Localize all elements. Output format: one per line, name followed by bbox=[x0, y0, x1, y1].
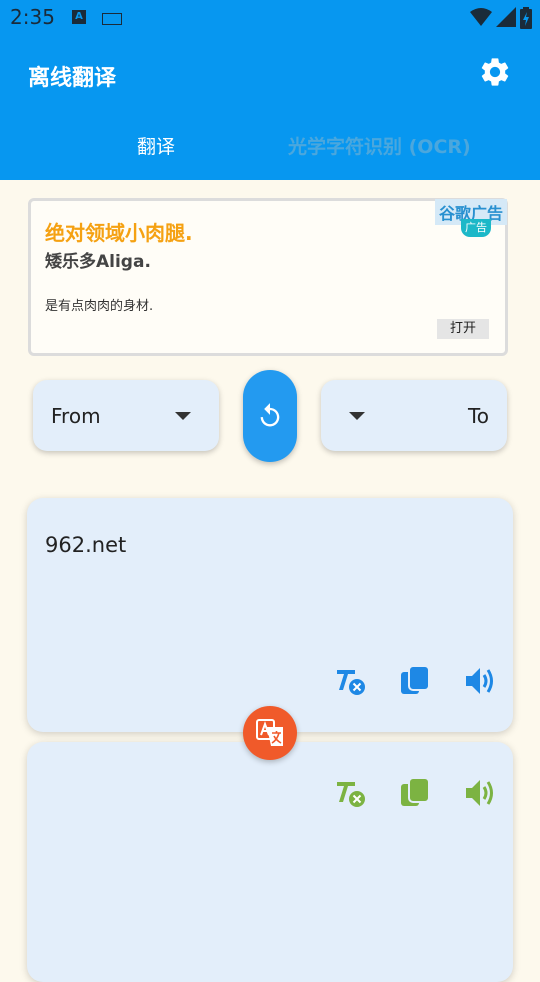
ad-description: 是有点肉肉的身材. bbox=[45, 299, 154, 314]
ad-badge: 广告 bbox=[461, 219, 491, 237]
tab-translate[interactable]: 翻译 bbox=[137, 132, 175, 159]
speaker-icon[interactable] bbox=[463, 664, 497, 698]
translate-button[interactable] bbox=[243, 706, 297, 760]
tab-ocr[interactable]: 光学字符识别 (OCR) bbox=[288, 132, 471, 159]
source-language-label: From bbox=[51, 404, 101, 428]
swap-languages-button[interactable] bbox=[243, 370, 297, 462]
status-time: 2:35 bbox=[10, 5, 55, 29]
ad-title[interactable]: 绝对领域小肉腿. bbox=[45, 217, 193, 246]
app-title: 离线翻译 bbox=[28, 66, 117, 91]
signal-icon bbox=[496, 7, 516, 27]
keyboard-icon bbox=[102, 13, 122, 25]
copy-icon[interactable] bbox=[398, 664, 432, 698]
input-card: 962.net bbox=[27, 498, 513, 732]
status-icons bbox=[470, 7, 532, 29]
swap-refresh-icon bbox=[260, 403, 280, 427]
wifi-icon bbox=[470, 8, 492, 26]
source-language-dropdown[interactable]: From bbox=[33, 380, 219, 451]
clear-text-icon[interactable] bbox=[333, 664, 367, 698]
copy-output-icon[interactable] bbox=[398, 776, 432, 810]
dropdown-arrow-icon bbox=[349, 412, 365, 420]
google-translate-icon bbox=[256, 719, 283, 746]
app-header: 2:35 A 离线翻译 翻译 光学字符识别 (OCR) bbox=[0, 0, 540, 180]
input-method-icon: A bbox=[72, 10, 86, 24]
ad-banner[interactable]: 谷歌广告 广告 绝对领域小肉腿. 矮乐多Aliga. 是有点肉肉的身材. 打开 bbox=[28, 198, 508, 356]
clear-output-icon[interactable] bbox=[333, 776, 367, 810]
target-language-label: To bbox=[467, 404, 489, 428]
speaker-output-icon[interactable] bbox=[463, 776, 497, 810]
ad-subtitle: 矮乐多Aliga. bbox=[45, 252, 151, 272]
settings-gear-icon[interactable] bbox=[478, 55, 512, 89]
battery-icon bbox=[520, 7, 532, 29]
ad-open-button[interactable]: 打开 bbox=[437, 319, 489, 339]
input-text-field[interactable]: 962.net bbox=[45, 533, 126, 557]
status-bar: 2:35 A bbox=[0, 0, 540, 36]
output-card bbox=[27, 742, 513, 982]
dropdown-arrow-icon bbox=[175, 412, 191, 420]
target-language-dropdown[interactable]: To bbox=[321, 380, 507, 451]
